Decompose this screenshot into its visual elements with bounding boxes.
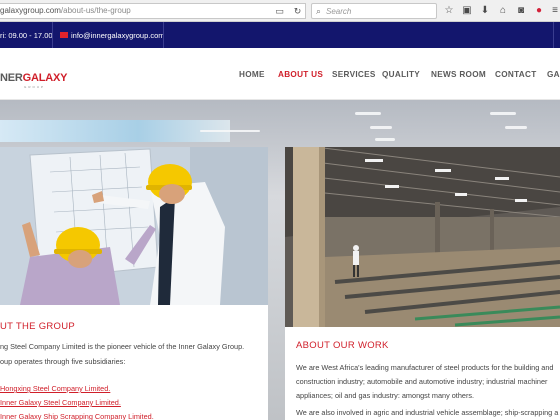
- search-icon: ⌕: [316, 6, 322, 16]
- site-header: NERGALAXY GROUP HOME ABOUT US SERVICES Q…: [0, 48, 560, 100]
- about-group-title: UT THE GROUP: [0, 321, 76, 332]
- about-work-text-1: We are West Africa's leading manufacture…: [296, 363, 554, 372]
- warehouse-illustration: [285, 147, 560, 327]
- search-placeholder: Search: [326, 7, 352, 16]
- address-bar[interactable]: galaxygroup.com/about-us/the-group ▭ ↻: [0, 3, 306, 19]
- menu-icon[interactable]: ≡: [549, 5, 560, 17]
- nav-home[interactable]: HOME: [239, 70, 265, 79]
- top-info-bar: ri: 09.00 - 17.00 info@innergalaxygroup.…: [0, 22, 560, 48]
- logo-part1: NER: [0, 72, 23, 84]
- about-work-text-3: appliances; oil and gas industry: amongs…: [296, 391, 475, 400]
- clipboard-icon[interactable]: ▣: [461, 5, 473, 17]
- search-box[interactable]: ⌕ Search: [311, 3, 437, 19]
- nav-gallery[interactable]: GAL: [547, 70, 560, 79]
- ceiling-light: [370, 126, 392, 129]
- ceiling-light: [490, 112, 516, 115]
- about-group-text-1: ng Steel Company Limited is the pioneer …: [0, 342, 245, 351]
- hero-section: UT THE GROUP ng Steel Company Limited is…: [0, 100, 560, 420]
- pinterest-icon[interactable]: ●: [533, 5, 545, 17]
- download-icon[interactable]: ⬇: [479, 5, 491, 17]
- office-hours: ri: 09.00 - 17.00: [0, 31, 53, 40]
- reload-icon[interactable]: ↻: [292, 6, 303, 17]
- url-path: /about-us/the-group: [60, 6, 131, 15]
- nav-news-room[interactable]: NEWS ROOM: [431, 70, 486, 79]
- divider: [163, 22, 164, 48]
- nav-services[interactable]: SERVICES: [332, 70, 376, 79]
- logo-part2: GALAXY: [22, 72, 68, 84]
- engineers-photo: [0, 147, 268, 305]
- email-text: info@innergalaxygroup.com: [71, 31, 165, 40]
- logo-subtitle: GROUP: [24, 85, 46, 89]
- about-work-card: ABOUT OUR WORK We are West Africa's lead…: [285, 327, 560, 420]
- divider: [553, 22, 554, 48]
- about-work-title: ABOUT OUR WORK: [296, 340, 389, 351]
- browser-toolbar: galaxygroup.com/about-us/the-group ▭ ↻ ⌕…: [0, 0, 560, 22]
- site-logo[interactable]: NERGALAXY: [0, 72, 67, 84]
- envelope-icon: [60, 32, 68, 39]
- hero-water-reflection: [0, 120, 230, 142]
- url-host: galaxygroup.com: [0, 6, 61, 15]
- nav-quality[interactable]: QUALITY: [382, 70, 420, 79]
- url-text: galaxygroup.com/about-us/the-group: [0, 6, 131, 15]
- nav-contact[interactable]: CONTACT: [495, 70, 537, 79]
- subsidiary-link-ship-scrapping[interactable]: Inner Galaxy Ship Scrapping Company Limi…: [0, 412, 154, 420]
- divider: [52, 22, 53, 48]
- reader-view-icon[interactable]: ▭: [274, 6, 285, 17]
- subsidiary-link-hongxing[interactable]: Hongxing Steel Company Limited.: [0, 384, 110, 393]
- about-work-text-4: We are also involved in agric and indust…: [296, 408, 559, 417]
- pocket-icon[interactable]: ◙: [515, 5, 527, 17]
- ceiling-light: [200, 130, 260, 132]
- bookmark-star-icon[interactable]: ☆: [443, 5, 455, 17]
- nav-about-us[interactable]: ABOUT US: [278, 70, 323, 79]
- ceiling-light: [375, 138, 395, 141]
- about-group-card: UT THE GROUP ng Steel Company Limited is…: [0, 305, 268, 420]
- ceiling-light: [355, 112, 381, 115]
- engineers-illustration: [0, 147, 268, 305]
- about-group-text-2: oup operates through five subsidiaries:: [0, 357, 126, 366]
- warehouse-photo: [285, 147, 560, 327]
- email-link[interactable]: info@innergalaxygroup.com: [60, 31, 165, 40]
- ceiling-light: [505, 126, 527, 129]
- subsidiary-link-inner-galaxy-steel[interactable]: Inner Galaxy Steel Company Limited.: [0, 398, 121, 407]
- home-icon[interactable]: ⌂: [497, 5, 509, 17]
- about-work-text-2: construction industry; automobile and au…: [296, 377, 548, 386]
